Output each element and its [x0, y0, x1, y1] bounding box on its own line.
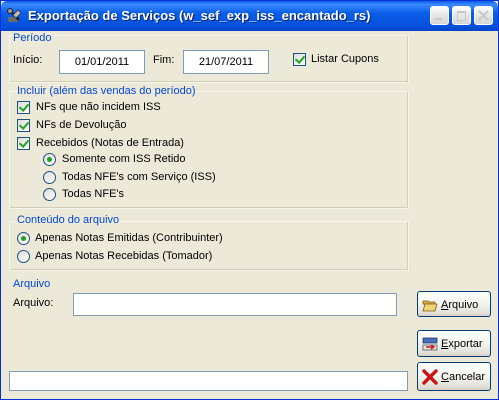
todas-nfe-servico-label[interactable]: Todas NFE's com Serviço (ISS) — [62, 171, 216, 183]
export-icon — [422, 337, 438, 351]
todas-nfe-radio[interactable] — [43, 188, 56, 201]
periodo-group-title: Período — [13, 32, 52, 44]
exportar-button-label-rest: xportar — [448, 338, 483, 350]
todas-nfe-servico-radio[interactable] — [43, 171, 56, 184]
progress-bar — [9, 371, 408, 391]
apenas-recebidas-label[interactable]: Apenas Notas Recebidas (Tomador) — [35, 250, 212, 262]
maximize-icon — [457, 11, 466, 21]
app-wrench-icon — [7, 8, 22, 22]
nfs-devolucao-label[interactable]: NFs de Devolução — [36, 119, 127, 131]
inicio-label: Início: — [13, 54, 43, 66]
conteudo-group — [9, 221, 409, 271]
minimize-icon — [435, 18, 442, 20]
title-bar[interactable]: Exportação de Serviços (w_sef_exp_iss_en… — [1, 1, 498, 31]
exportar-button-label: Exportar — [441, 338, 483, 350]
export-services-window: Exportação de Serviços (w_sef_exp_iss_en… — [0, 0, 499, 400]
dialog-client-area: Período Início: Fim: Listar Cupons Inclu… — [5, 31, 494, 397]
apenas-recebidas-radio[interactable] — [17, 250, 30, 263]
fim-label: Fim: — [153, 54, 175, 66]
nfs-nao-incidem-label[interactable]: NFs que não incidem ISS — [36, 101, 161, 113]
arquivo-path-input[interactable] — [73, 293, 397, 316]
apenas-emitidas-label[interactable]: Apenas Notas Emitidas (Contribuinter) — [35, 232, 223, 244]
cancelar-button[interactable]: Cancelar — [417, 362, 491, 391]
somente-iss-retido-radio[interactable] — [43, 153, 56, 166]
conteudo-group-title: Conteúdo do arquivo — [17, 214, 120, 226]
somente-iss-retido-label[interactable]: Somente com ISS Retido — [62, 153, 186, 165]
arquivo-button-label: Arquivo — [441, 299, 478, 311]
todas-nfe-label[interactable]: Todas NFE's — [62, 188, 124, 200]
exportar-button[interactable]: Exportar — [417, 330, 491, 357]
recebidos-label[interactable]: Recebidos (Notas de Entrada) — [36, 137, 184, 149]
nfs-nao-incidem-checkbox[interactable] — [17, 101, 30, 114]
apenas-emitidas-radio[interactable] — [17, 232, 30, 245]
folder-open-icon — [422, 300, 438, 312]
window-title: Exportação de Serviços (w_sef_exp_iss_en… — [28, 8, 371, 23]
arquivo-button[interactable]: Arquivo — [417, 291, 491, 317]
close-button[interactable] — [474, 6, 493, 25]
nfs-devolucao-checkbox[interactable] — [17, 119, 30, 132]
close-icon — [478, 10, 489, 21]
arquivo-group-title: Arquivo — [13, 278, 51, 290]
arquivo-label: Arquivo: — [13, 297, 54, 309]
recebidos-checkbox[interactable] — [17, 137, 30, 150]
cancelar-button-mnemonic: C — [441, 371, 449, 383]
cancelar-button-label-rest: ancelar — [448, 371, 486, 383]
maximize-button[interactable] — [452, 6, 471, 25]
listar-cupons-checkbox[interactable] — [293, 53, 306, 66]
fim-date-input[interactable] — [183, 50, 269, 74]
incluir-group-title: Incluir (além das vendas do período) — [17, 85, 196, 97]
listar-cupons-label[interactable]: Listar Cupons — [311, 53, 379, 65]
red-x-icon — [422, 369, 438, 385]
cancelar-button-label: Cancelar — [441, 371, 485, 383]
inicio-date-input[interactable] — [59, 50, 145, 74]
arquivo-button-label-rest: rquivo — [448, 299, 479, 311]
minimize-button[interactable] — [430, 6, 449, 25]
